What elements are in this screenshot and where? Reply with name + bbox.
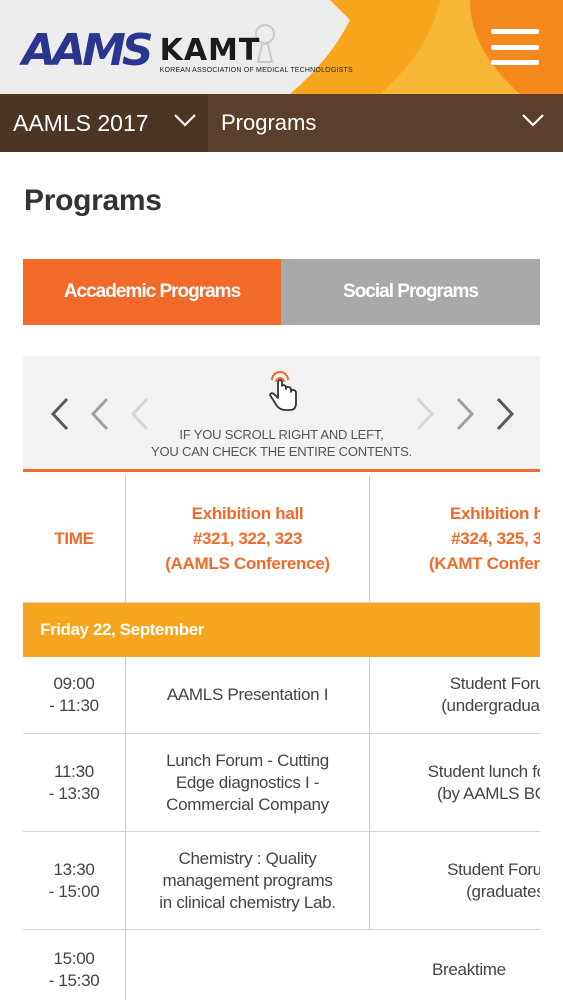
page-title: Programs	[24, 184, 162, 217]
year-select-label: AAMLS 2017	[13, 109, 149, 136]
program-schedule-table[interactable]: TIME Exhibition hall #321, 322, 323 (AAM…	[23, 475, 540, 1000]
time-cell: 13:30- 15:00	[23, 832, 126, 929]
aamls-session-cell: AAMLS Presentation I	[126, 657, 370, 733]
page-select-label: Programs	[221, 110, 317, 135]
time-start: 13:30	[53, 859, 95, 879]
time-end: - 15:30	[48, 970, 100, 990]
logo-subtitle: KOREAN ASSOCIATION OF MEDICAL TECHNOLOGI…	[159, 67, 353, 74]
aams-logo-text: AAMS	[22, 25, 154, 76]
program-tabs: Accademic Programs Social Programs	[23, 259, 540, 325]
scroll-hint: IF YOU SCROLL RIGHT AND LEFT, YOU CAN CH…	[23, 356, 540, 472]
hamburger-menu-icon[interactable]	[491, 29, 539, 65]
column-header-aamls: Exhibition hall #321, 322, 323 (AAMLS Co…	[126, 475, 370, 602]
time-cell: 09:00 - 11:30	[23, 657, 126, 733]
session-line: Edge diagnostics I -	[175, 772, 320, 792]
session-line: Lunch Forum - Cutting	[166, 750, 329, 770]
tab-academic-programs[interactable]: Accademic Programs	[23, 259, 281, 325]
menu-bar	[491, 44, 539, 50]
column-header-time: TIME	[23, 475, 126, 602]
column-header-kamt: Exhibition hall #324, 325, 326 (KAMT Con…	[370, 475, 540, 602]
scroll-hint-line2: YOU CAN CHECK THE ENTIRE CONTENTS.	[151, 444, 412, 459]
time-end: - 13:30	[48, 783, 100, 803]
column-header-line: #324, 325, 326	[451, 529, 540, 548]
session-line: in clinical chemistry Lab.	[159, 892, 336, 912]
time-cell: 15:00- 15:30	[23, 930, 126, 1000]
scroll-hint-text: IF YOU SCROLL RIGHT AND LEFT, YOU CAN CH…	[23, 426, 540, 460]
table-row: 15:00- 15:30 Breaktime	[23, 930, 540, 1000]
session-title: Student Forum II	[447, 859, 540, 879]
column-header-line: Exhibition hall	[449, 504, 540, 523]
session-title: AAMLS Presentation I	[166, 685, 329, 704]
site-logo[interactable]: AAMS KAMT KOREAN ASSOCIATION OF MEDICAL …	[22, 26, 353, 78]
table-row: 09:00 - 11:30 AAMLS Presentation I Studen…	[23, 657, 540, 734]
tab-social-programs[interactable]: Social Programs	[281, 259, 540, 325]
kamt-session-cell: Student Forum II(graduates)	[370, 832, 540, 929]
year-select[interactable]: AAMLS 2017	[0, 94, 208, 152]
column-header-line: #321, 322, 323	[192, 529, 303, 548]
aamls-session-cell: Lunch Forum - Cutting Edge diagnostics I …	[126, 734, 370, 831]
breaktime-label: Breaktime	[432, 959, 506, 979]
time-end: - 11:30	[49, 696, 99, 715]
column-header-line: Exhibition hall	[191, 504, 304, 523]
time-end: - 15:00	[48, 881, 100, 901]
session-subtitle: (undergraduates)	[441, 696, 540, 715]
table-row: 13:30- 15:00 Chemistry : Quality manageme…	[23, 832, 540, 930]
kamt-session-cell: Student Forum (undergraduates)	[370, 657, 540, 733]
table-header-row: TIME Exhibition hall #321, 322, 323 (AAM…	[23, 475, 540, 603]
session-line: management programs	[162, 870, 333, 890]
kamt-logo-text: KAMT	[159, 33, 261, 68]
time-start: 09:00	[53, 674, 95, 693]
table-row: 11:30- 13:30 Lunch Forum - Cutting Edge d…	[23, 734, 540, 832]
menu-bar	[491, 29, 539, 34]
aamls-session-cell: Chemistry : Quality management programs in…	[126, 832, 370, 929]
session-line: Chemistry : Quality	[178, 848, 317, 868]
chevron-down-icon	[174, 114, 196, 127]
session-subtitle: (by AAMLS BOD)	[436, 783, 540, 803]
scroll-hint-line1: IF YOU SCROLL RIGHT AND LEFT,	[179, 427, 384, 442]
session-title: Student lunch forum	[427, 761, 540, 781]
kamt-session-cell: Student lunch forum(by AAMLS BOD)	[370, 734, 540, 831]
column-header-line: (KAMT Conference)	[429, 554, 540, 573]
chevron-down-icon	[522, 114, 544, 127]
page-select[interactable]: Programs	[208, 94, 563, 152]
day-header: Friday 22, September	[23, 603, 540, 657]
site-header: AAMS KAMT KOREAN ASSOCIATION OF MEDICAL …	[0, 0, 563, 94]
time-cell: 11:30- 13:30	[23, 734, 126, 831]
session-line: Commercial Company	[166, 794, 329, 814]
column-header-line: (AAMLS Conference)	[165, 554, 330, 573]
time-start: 11:30	[54, 761, 94, 781]
menu-bar	[491, 60, 539, 65]
session-title: Student Forum	[449, 674, 540, 693]
breaktime-cell: Breaktime	[126, 930, 540, 1000]
session-subtitle: (graduates)	[466, 881, 540, 901]
breadcrumb-nav: AAMLS 2017 Programs	[0, 94, 563, 152]
tap-hand-icon	[269, 371, 297, 411]
time-start: 15:00	[53, 948, 95, 968]
